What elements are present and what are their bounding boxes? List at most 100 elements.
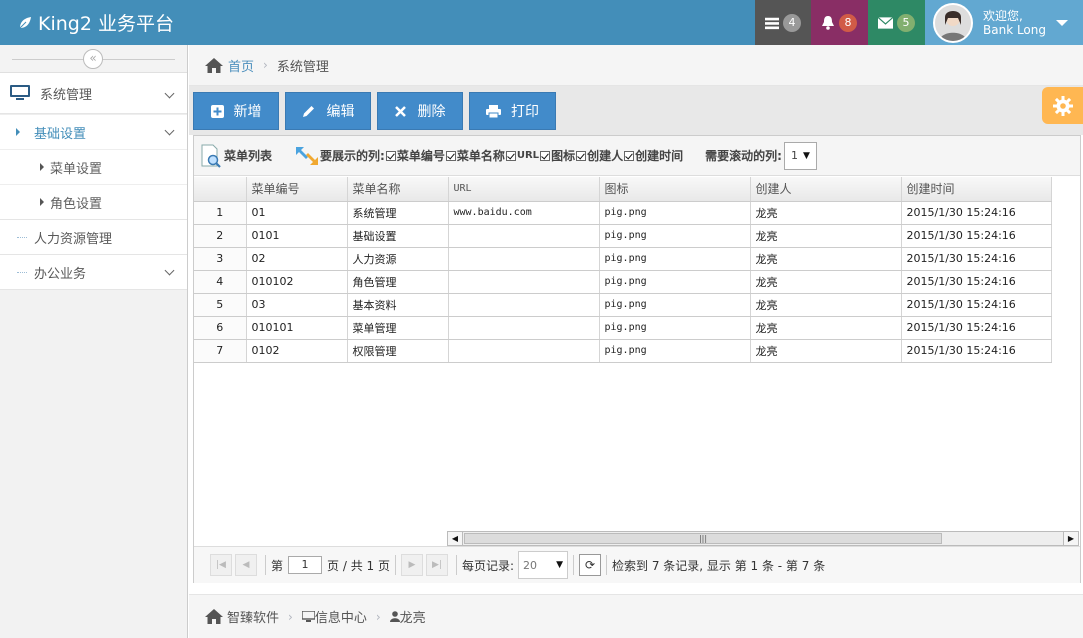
scrollbar-thumb[interactable]: ||| <box>464 533 942 544</box>
column-option-label: 菜单编号 <box>396 149 445 163</box>
print-button-label: 打印 <box>511 104 539 120</box>
name-cell: 基本资料 <box>347 293 449 317</box>
sidebar-item-menu-settings[interactable]: 菜单设置 <box>0 149 187 184</box>
sidebar-item-basic-settings[interactable]: 基础设置 <box>0 114 187 149</box>
sidebar-item-label: 基础设置 <box>34 126 87 142</box>
code-cell: 0102 <box>246 339 348 363</box>
table-row[interactable]: 5 03 基本资料 pig.png 龙亮 2015/1/30 15:24:16 <box>194 293 1052 317</box>
table-header-icon[interactable]: 图标 <box>599 177 751 202</box>
created-cell: 2015/1/30 15:24:16 <box>901 224 1052 248</box>
table-row[interactable]: 1 01 系统管理 www.baidu.com pig.png 龙亮 2015/1/30 1… <box>194 201 1052 225</box>
breadcrumb: 首页 › 系统管理 <box>189 45 1083 86</box>
icon-cell: pig.png <box>599 201 751 225</box>
table-header-row: 菜单编号 菜单名称 URL 图标 创建人 创建时间 <box>194 177 1052 202</box>
creator-cell: 龙亮 <box>750 293 902 317</box>
print-button[interactable]: 打印 <box>469 92 556 130</box>
table-row[interactable]: 2 0101 基础设置 pig.png 龙亮 2015/1/30 15:24:16 <box>194 224 1052 248</box>
pager: |◀ ◀ 第 1 页 / 共 1 页 ▶ ▶| 每页记录: 20 ▼ ⟳ 检索到… <box>194 546 1080 583</box>
table-row[interactable]: 6 010101 菜单管理 pig.png 龙亮 2015/1/30 15:24:16 <box>194 316 1052 340</box>
rownum-cell: 4 <box>194 270 247 294</box>
columns-arrows-icon <box>296 146 319 165</box>
print-icon <box>486 104 501 118</box>
brand[interactable]: King2 业务平台 <box>18 0 174 45</box>
table-header-created[interactable]: 创建时间 <box>901 177 1052 202</box>
per-page-label: 每页记录: <box>461 558 514 573</box>
code-cell: 01 <box>246 201 348 225</box>
double-chevron-left-icon[interactable]: « <box>83 49 103 69</box>
messages-button[interactable]: 5 <box>868 0 925 45</box>
user-menu[interactable]: 欢迎您, Bank Long <box>925 0 1083 45</box>
scroll-right-icon[interactable]: ▶ <box>1063 532 1078 545</box>
column-checkbox[interactable] <box>385 150 396 161</box>
table-header-rownum <box>194 177 247 202</box>
page-input[interactable]: 1 <box>288 556 323 574</box>
footer-company[interactable]: 智臻软件 <box>227 607 279 626</box>
next-page-icon[interactable]: ▶ <box>400 554 423 576</box>
sidebar-item-hr[interactable]: 人力资源管理 <box>0 220 187 255</box>
sidebar-item-office[interactable]: 办公业务 <box>0 255 187 290</box>
icon-cell: pig.png <box>599 224 751 248</box>
footer-center[interactable]: 信息中心 <box>315 607 367 626</box>
pager-summary: 检索到 7 条记录, 显示 第 1 条 - 第 7 条 <box>612 558 826 573</box>
column-checkbox[interactable] <box>540 150 551 161</box>
table-header-url[interactable]: URL <box>448 177 600 202</box>
column-checkbox[interactable] <box>505 150 516 161</box>
per-page-select[interactable]: 20 ▼ <box>518 551 568 579</box>
table-header-creator[interactable]: 创建人 <box>750 177 902 202</box>
icon-cell: pig.png <box>599 339 751 363</box>
pencil-icon <box>302 105 314 117</box>
delete-button-label: 删除 <box>417 104 446 120</box>
refresh-icon[interactable]: ⟳ <box>579 554 601 576</box>
user-icon <box>389 611 400 622</box>
close-icon <box>394 105 406 117</box>
chevron-right-icon: › <box>288 609 293 624</box>
column-checkbox[interactable] <box>576 150 587 161</box>
breadcrumb-home-link[interactable]: 首页 <box>228 56 254 75</box>
sidebar-item-label: 角色设置 <box>50 196 103 212</box>
add-button-label: 新增 <box>233 104 262 120</box>
caret-down-icon <box>1056 19 1068 26</box>
icon-cell: pig.png <box>599 270 751 294</box>
column-checkbox[interactable] <box>445 150 456 161</box>
horizontal-scrollbar[interactable]: ◀ ||| ▶ <box>447 531 1079 546</box>
first-page-icon[interactable]: |◀ <box>210 554 232 576</box>
user-greeting: 欢迎您, <box>983 8 1023 23</box>
sidebar-item-role-settings[interactable]: 角色设置 <box>0 184 187 219</box>
page-prefix: 第 <box>271 558 284 573</box>
add-button[interactable]: 新增 <box>193 92 279 130</box>
avatar <box>933 2 973 43</box>
chevron-right-icon: › <box>263 58 268 72</box>
rownum-cell: 2 <box>194 224 247 248</box>
caret-down-icon: ▼ <box>556 560 563 570</box>
chevron-down-icon <box>164 88 175 99</box>
edit-button[interactable]: 编辑 <box>285 92 371 130</box>
leaf-icon <box>18 16 31 29</box>
creator-cell: 龙亮 <box>750 224 902 248</box>
app-title: King2 业务平台 <box>38 13 174 35</box>
created-cell: 2015/1/30 15:24:16 <box>901 270 1052 294</box>
column-checkbox[interactable] <box>624 150 635 161</box>
tasks-button[interactable]: 4 <box>755 0 811 45</box>
desktop-icon <box>10 85 30 100</box>
table-header-name[interactable]: 菜单名称 <box>347 177 449 202</box>
table-header-code[interactable]: 菜单编号 <box>246 177 348 202</box>
table-row[interactable]: 4 010102 角色管理 pig.png 龙亮 2015/1/30 15:24:16 <box>194 270 1052 294</box>
table-row[interactable]: 7 0102 权限管理 pig.png 龙亮 2015/1/30 15:24:16 <box>194 339 1052 363</box>
rownum-cell: 3 <box>194 247 247 271</box>
gear-icon <box>1052 95 1073 116</box>
notifications-button[interactable]: 8 <box>811 0 868 45</box>
scroll-left-icon[interactable]: ◀ <box>448 532 463 545</box>
sidebar-item-system[interactable]: 系统管理 <box>0 73 187 114</box>
last-page-icon[interactable]: ▶| <box>425 554 448 576</box>
table-row[interactable]: 3 02 人力资源 pig.png 龙亮 2015/1/30 15:24:16 <box>194 247 1052 271</box>
menu-grid: 菜单列表 要展示的列: 菜单编号 菜单名称 URL 图标 创建人 创建时间 需要… <box>193 135 1081 583</box>
footer-user[interactable]: 龙亮 <box>400 607 426 626</box>
creator-cell: 龙亮 <box>750 201 902 225</box>
chevron-down-icon <box>164 125 175 136</box>
rownum-cell: 1 <box>194 201 247 225</box>
notifications-badge: 8 <box>839 13 857 32</box>
delete-button[interactable]: 删除 <box>377 92 463 130</box>
scroll-columns-select[interactable]: 1 ▼ <box>783 141 817 170</box>
prev-page-icon[interactable]: ◀ <box>235 554 257 576</box>
settings-button[interactable] <box>1042 87 1083 124</box>
